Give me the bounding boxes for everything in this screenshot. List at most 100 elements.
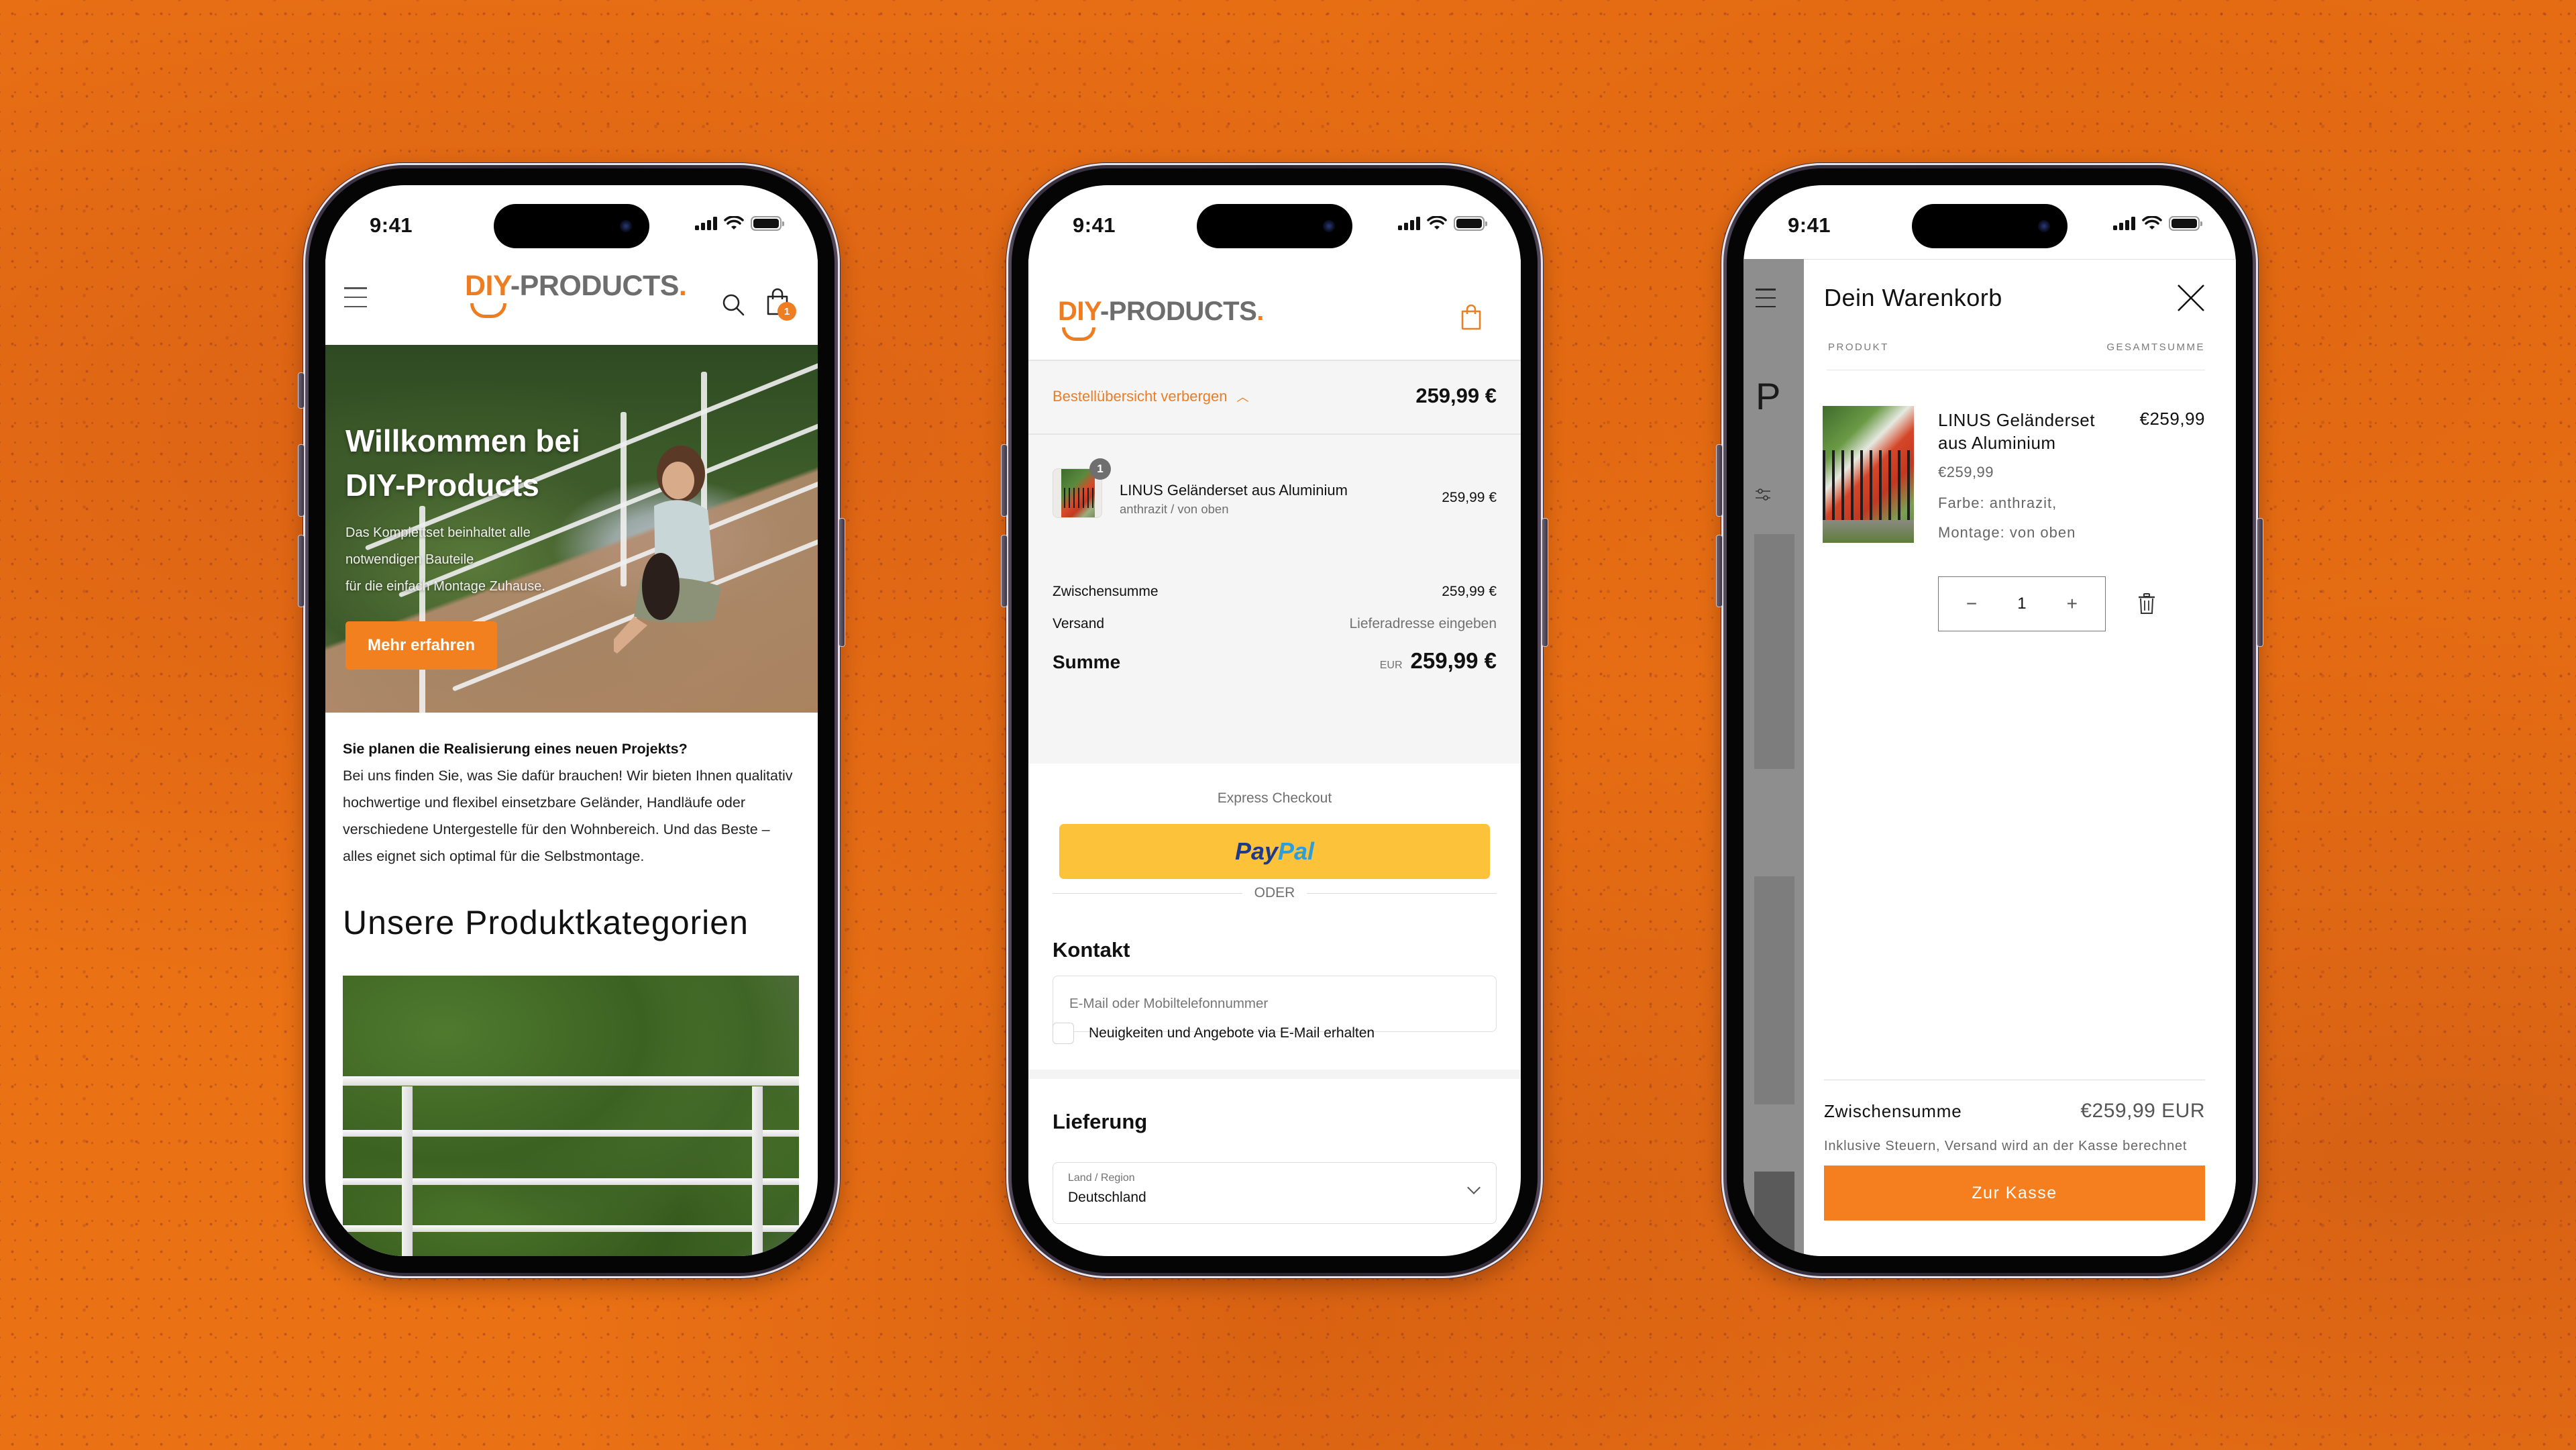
contact-title: Kontakt [1053, 938, 1130, 962]
background-page-heading: P [1756, 375, 1781, 417]
subtotal-row: Zwischensumme 259,99 € [1053, 584, 1497, 599]
country-value: Deutschland [1068, 1190, 1146, 1205]
power-button [1542, 519, 1548, 646]
logo-smile-icon [1062, 327, 1095, 341]
total-value: 259,99 € [1410, 648, 1497, 673]
summary-total: 259,99 € [1415, 384, 1497, 407]
brand-logo[interactable]: DIY-PRODUCTS. [1058, 297, 1264, 341]
volume-down-button [1002, 535, 1007, 607]
line-item-price: 259,99 € [1442, 490, 1497, 505]
volume-down-button [1717, 535, 1722, 607]
learn-more-button[interactable]: Mehr erfahren [345, 621, 497, 670]
cart-screen: 9:41 P Dein Warenkorb PRODUKT GESAMTSUMM… [1743, 185, 2236, 1256]
search-icon[interactable] [721, 293, 745, 317]
wifi-icon [1427, 216, 1447, 229]
total-row: Summe EUR 259,99 € [1053, 648, 1497, 673]
cart-count-badge: 1 [777, 302, 796, 321]
close-icon[interactable] [2174, 281, 2208, 315]
tax-note: Inklusive Steuern, Versand wird an der K… [1824, 1139, 2188, 1153]
battery-icon [1454, 216, 1487, 231]
site-header: DIY-PRODUCTS. 1 [325, 259, 818, 345]
intro-heading: Sie planen die Realisierung eines neuen … [343, 741, 688, 757]
newsletter-option[interactable]: Neuigkeiten und Angebote via E-Mail erha… [1053, 1023, 1375, 1044]
hero-subtitle: Das Komplettset beinhaltet alle notwendi… [345, 525, 545, 594]
page-overlay[interactable]: P [1743, 259, 1804, 1256]
intro-text: Sie planen die Realisierung eines neuen … [343, 735, 798, 870]
category-card-railings[interactable] [343, 976, 799, 1256]
increase-quantity-button[interactable]: + [2052, 584, 2092, 624]
quantity-badge: 1 [1089, 458, 1111, 480]
battery-icon [2169, 216, 2202, 231]
brand-logo[interactable]: DIY-PRODUCTS. [465, 270, 687, 318]
menu-icon[interactable] [344, 287, 367, 307]
order-summary-toggle[interactable]: Bestellübersicht verbergen ︿ 259,99 € [1028, 361, 1521, 435]
phone-cart: 9:41 P Dein Warenkorb PRODUKT GESAMTSUMM… [1717, 163, 2263, 1278]
phone-home: 9:41 DIY-PRODUCTS. 1 Willkommen bei DIY-… [299, 163, 845, 1278]
menu-icon [1756, 289, 1776, 307]
cart-button[interactable]: 1 [764, 287, 796, 321]
hero-banner: Willkommen bei DIY-Products Das Komplett… [325, 345, 818, 713]
chevron-up-icon: ︿ [1236, 391, 1249, 404]
checkout-header: DIY-PRODUCTS. [1028, 259, 1521, 361]
shipping-row: Versand Lieferadresse eingeben [1053, 616, 1497, 631]
product-thumbnail: 1 [1053, 458, 1111, 518]
or-divider: ODER [1053, 883, 1497, 903]
wifi-icon [724, 216, 744, 229]
trash-icon[interactable] [2137, 593, 2156, 615]
paypal-button[interactable]: Pay Pal [1059, 824, 1490, 879]
wifi-icon [2142, 216, 2162, 229]
cart-bag-icon[interactable] [1460, 303, 1482, 330]
order-summary: 1 LINUS Geländerset aus Aluminium anthra… [1028, 435, 1521, 764]
cart-item-option-color: Farbe: anthrazit, [1938, 495, 2057, 511]
subtotal-value: 259,99 € [1442, 584, 1497, 599]
newsletter-label: Neuigkeiten und Angebote via E-Mail erha… [1089, 1025, 1375, 1041]
cart-item-image[interactable] [1823, 406, 1914, 543]
cart-item-line-total: €259,99 [2139, 409, 2205, 429]
total-currency: EUR [1379, 660, 1403, 671]
intro-body: Bei uns finden Sie, was Sie dafür brauch… [343, 768, 793, 864]
dynamic-island [1197, 204, 1352, 248]
signal-icon [695, 217, 717, 230]
power-button [2257, 519, 2263, 646]
checkout-screen: 9:41 DIY-PRODUCTS. Bestellübersicht verb… [1028, 185, 1521, 1256]
cart-item-name[interactable]: LINUS Geländerset aus Aluminium [1938, 409, 2095, 454]
line-item-variant: anthrazit / von oben [1120, 502, 1229, 516]
newsletter-checkbox[interactable] [1053, 1023, 1074, 1044]
summary-toggle-label: Bestellübersicht verbergen [1053, 388, 1228, 405]
quantity-value[interactable]: 1 [2017, 594, 2026, 613]
dynamic-island [494, 204, 649, 248]
line-item-name: LINUS Geländerset aus Aluminium [1120, 482, 1348, 499]
signal-icon [1398, 217, 1420, 230]
categories-title: Unsere Produktkategorien [343, 904, 749, 941]
chevron-down-icon [1467, 1181, 1481, 1194]
volume-up-button [299, 445, 304, 516]
cart-subtotal-value: €259,99 EUR [2080, 1100, 2205, 1122]
filter-icon [1756, 488, 1770, 501]
status-time: 9:41 [1073, 213, 1116, 237]
shipping-value: Lieferadresse eingeben [1349, 616, 1497, 631]
column-header-product: PRODUKT [1828, 342, 1889, 353]
phone-checkout: 9:41 DIY-PRODUCTS. Bestellübersicht verb… [1002, 163, 1548, 1278]
power-button [839, 519, 845, 646]
volume-up-button [1717, 445, 1722, 516]
home-screen: 9:41 DIY-PRODUCTS. 1 Willkommen bei DIY-… [325, 185, 818, 1256]
signal-icon [2113, 217, 2135, 230]
quantity-stepper: − 1 + [1938, 576, 2106, 631]
battery-icon [751, 216, 784, 231]
cart-drawer: Dein Warenkorb PRODUKT GESAMTSUMME LINUS… [1804, 259, 2236, 1256]
logo-smile-icon [470, 303, 506, 318]
cart-subtotal-row: Zwischensumme €259,99 EUR [1824, 1100, 2205, 1122]
hero-title: Willkommen bei DIY-Products [345, 423, 580, 503]
country-select[interactable]: Land / Region Deutschland [1053, 1162, 1497, 1224]
section-divider [1028, 1070, 1521, 1079]
volume-down-button [299, 535, 304, 607]
cart-item-unit-price: €259,99 [1938, 464, 1994, 480]
cart-drawer-title: Dein Warenkorb [1824, 284, 2002, 311]
checkout-button[interactable]: Zur Kasse [1824, 1166, 2205, 1221]
express-checkout-label: Express Checkout [1217, 790, 1332, 806]
decrease-quantity-button[interactable]: − [1951, 584, 1992, 624]
action-button [299, 373, 304, 408]
column-header-total: GESAMTSUMME [2106, 342, 2205, 353]
status-time: 9:41 [370, 213, 413, 237]
cart-item-option-mount: Montage: von oben [1938, 524, 2076, 541]
